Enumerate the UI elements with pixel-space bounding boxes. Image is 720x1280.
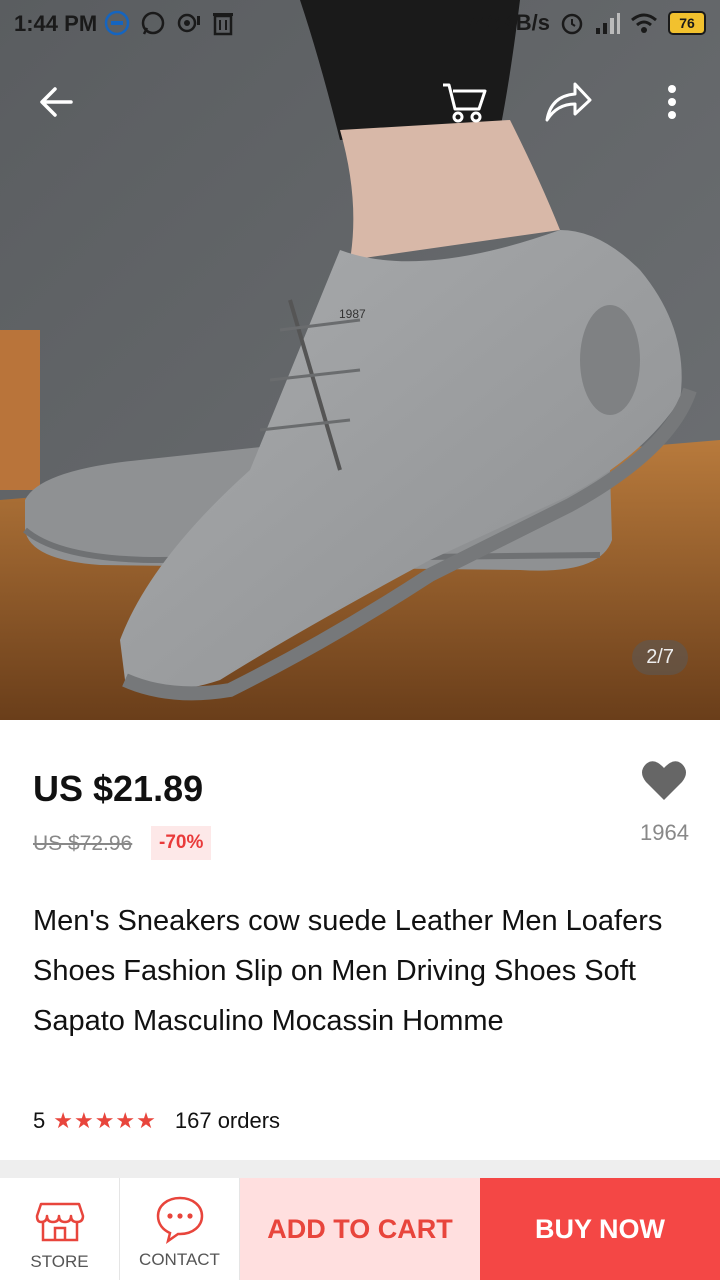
wifi-icon	[631, 13, 657, 33]
image-counter: 2/7	[632, 640, 688, 675]
wishlist-count: 1964	[640, 820, 689, 845]
product-image-gallery[interactable]: 1987 1:44 PM 743KB/s 76 2/7	[0, 0, 720, 720]
signal-icon	[596, 13, 620, 34]
wishlist-button[interactable]	[640, 758, 696, 814]
contact-label: CONTACT	[139, 1250, 220, 1269]
current-price: US $21.89	[33, 768, 204, 809]
share-button[interactable]	[538, 72, 598, 132]
heart-icon	[642, 761, 686, 800]
store-label: STORE	[30, 1252, 89, 1271]
svg-text:1987: 1987	[339, 307, 366, 321]
cart-button[interactable]	[434, 72, 494, 132]
contact-button[interactable]: CONTACT	[120, 1178, 240, 1280]
divider	[0, 1160, 720, 1178]
chat-icon	[156, 1196, 203, 1244]
rating-value: 5	[33, 1108, 46, 1133]
status-time: 1:44 PM	[14, 11, 98, 36]
rating-row[interactable]: 5 ★★★★★ 167 orders	[33, 1108, 280, 1134]
discount-badge: -70%	[151, 826, 212, 860]
original-price: US $72.96	[33, 832, 133, 855]
cart-icon	[443, 83, 487, 123]
more-icon	[668, 85, 676, 119]
notification-icon	[177, 13, 200, 33]
network-speed: 743KB/s	[463, 10, 550, 35]
orders-count: 167 orders	[174, 1108, 281, 1133]
buy-now-button[interactable]: BUY NOW	[480, 1178, 720, 1280]
star-rating: ★★★★★	[53, 1108, 157, 1133]
whatsapp-icon	[141, 11, 165, 35]
message-icon	[104, 10, 130, 36]
battery-level: 76	[679, 15, 695, 31]
status-bar: 1:44 PM 743KB/s 76	[0, 0, 720, 48]
add-to-cart-button[interactable]: ADD TO CART	[240, 1178, 480, 1280]
trash-icon	[213, 13, 233, 36]
product-info: US $21.89 US $72.96 -70% 1964 Men's Snea…	[0, 720, 720, 1160]
bottom-action-bar: STORE CONTACT ADD TO CART BUY NOW	[0, 1178, 720, 1280]
back-button[interactable]	[26, 72, 86, 132]
product-photo: 1987	[0, 0, 720, 720]
more-button[interactable]	[642, 72, 702, 132]
store-button[interactable]: STORE	[0, 1178, 120, 1280]
store-icon	[35, 1202, 84, 1242]
buy-now-label: BUY NOW	[534, 1213, 665, 1244]
share-icon	[545, 82, 592, 122]
battery-icon: 76	[668, 11, 706, 35]
alarm-icon	[561, 13, 583, 35]
back-arrow-icon	[40, 87, 73, 117]
add-to-cart-label: ADD TO CART	[267, 1213, 453, 1244]
product-title: Men's Sneakers cow suede Leather Men Loa…	[33, 905, 663, 1037]
